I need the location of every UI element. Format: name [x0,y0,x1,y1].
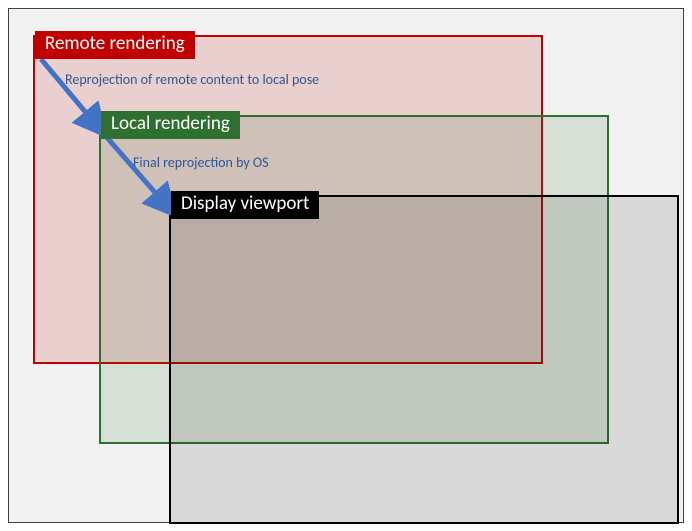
caption-reproj-remote: Reprojection of remote content to local … [65,71,319,88]
remote-rendering-label: Remote rendering [35,31,195,59]
display-viewport-label: Display viewport [171,191,319,219]
outer-frame: Remote rendering Local rendering Display… [8,8,684,523]
local-rendering-label: Local rendering [101,111,240,139]
caption-reproj-os: Final reprojection by OS [133,154,269,171]
display-viewport-box [169,195,679,524]
diagram-canvas: Remote rendering Local rendering Display… [0,0,692,531]
